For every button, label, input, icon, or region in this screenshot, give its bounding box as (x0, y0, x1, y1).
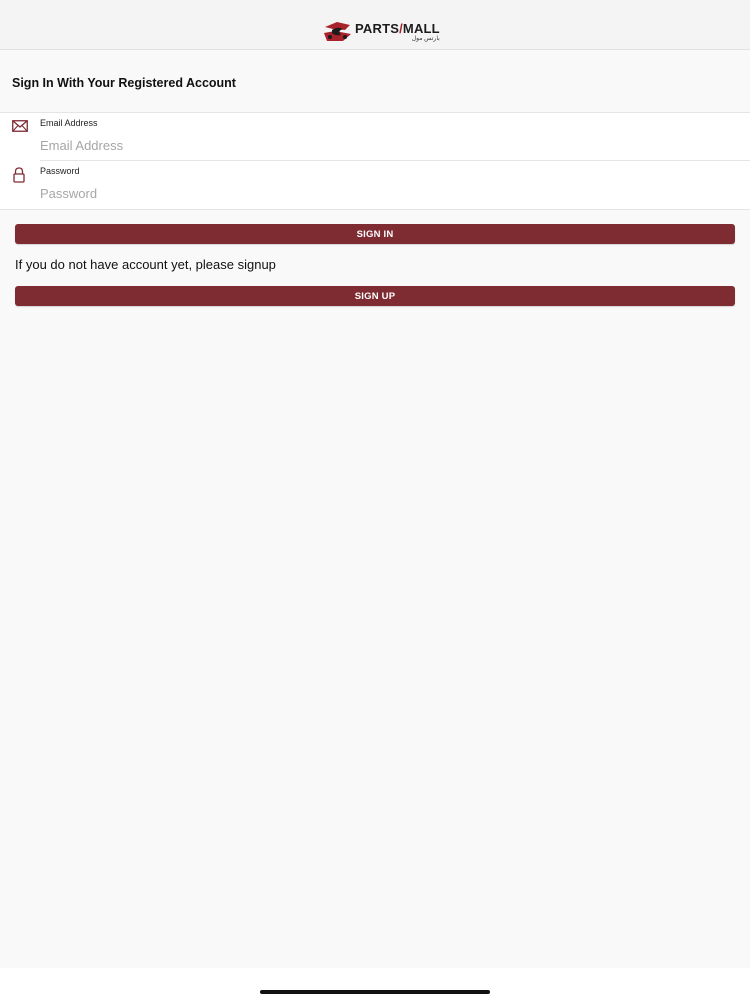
navigation-bar: PARTS/MALL بارتس مول (0, 0, 750, 50)
password-field-row: Password (0, 161, 750, 209)
logo-text-end: MALL (402, 21, 440, 36)
password-input[interactable] (40, 183, 730, 203)
signin-form: Email Address Password (0, 112, 750, 210)
logo-subtext: بارتس مول (411, 36, 440, 42)
email-input[interactable] (40, 135, 730, 155)
logo-mark-icon (324, 22, 351, 41)
lock-icon (13, 167, 25, 183)
partsmall-logo: PARTS/MALL بارتس مول (323, 20, 440, 44)
sign-up-button[interactable]: SIGN UP (15, 286, 735, 306)
logo-text: PARTS/MALL (355, 22, 440, 35)
email-field-row: Email Address (0, 113, 750, 161)
home-indicator[interactable] (260, 990, 490, 994)
signup-hint-text: If you do not have account yet, please s… (15, 257, 276, 272)
password-label: Password (40, 166, 80, 176)
signin-title: Sign In With Your Registered Account (12, 76, 236, 90)
envelope-icon (12, 120, 28, 132)
bottom-safe-area (0, 968, 750, 1000)
logo-text-main: PARTS (355, 21, 400, 36)
sign-in-button[interactable]: SIGN IN (15, 224, 735, 244)
email-label: Email Address (40, 118, 98, 128)
